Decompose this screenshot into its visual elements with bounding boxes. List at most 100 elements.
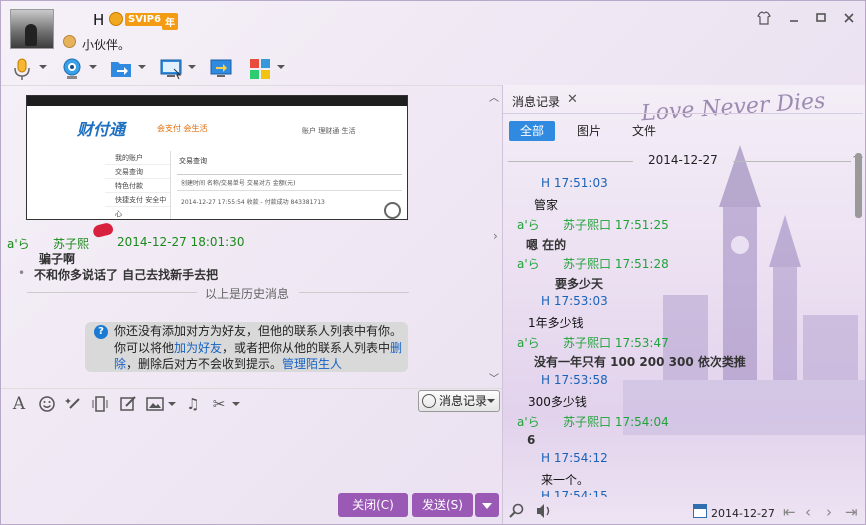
filter-all[interactable]: 全部 [509,121,555,141]
screen-share-icon[interactable] [209,57,233,81]
history-entry-text: 管家 [534,198,559,212]
history-entry-header: H 17:54:12 [541,451,608,465]
history-entry-header: 苏子熙口 17:51:25 [563,218,669,232]
history-entry-text: 没有一年只有 100 200 300 依次类推 [534,355,746,369]
chevron-down-icon[interactable] [89,65,97,69]
message-history-button[interactable]: 消息记录 [418,390,500,412]
screenshot-icon[interactable]: ✂ [210,395,228,413]
history-entry-header: H 17:51:03 [541,176,608,190]
contact-signature: 小伙伴。 [82,38,131,52]
history-entry-sender: a'ら [517,257,540,271]
screenshot-tagline: 会支付 会生活 [157,124,208,133]
clock-icon [422,394,436,408]
send-button[interactable]: 发送(S) [412,493,473,517]
close-icon[interactable]: ✕ [567,92,578,107]
close-window-button[interactable] [842,11,856,25]
history-entry-text: 300多少钱 [528,395,587,409]
message-history-pane: Love Never Dies 消息记录 ✕ 全部 图片 文件 2014-12-… [502,85,865,524]
history-entry-text: 嗯 在的 [526,238,567,252]
date-separator: 2014-12-27 [503,153,853,169]
history-entry-header: H 17:53:03 [541,294,608,308]
history-entry-header: H 17:54:15 [541,489,608,497]
speaker-icon[interactable] [535,503,553,522]
skin-icon[interactable] [757,11,771,25]
zoom-in-icon[interactable] [384,202,401,219]
chevron-down-icon[interactable] [232,402,240,406]
add-friend-link[interactable]: 加为好友 [174,341,222,355]
chevron-down-icon [482,503,492,509]
castle-decoration [623,145,865,435]
divider [299,292,409,293]
history-entry-clip: H 17:54:15 [503,485,853,497]
history-entry-header: H 17:53:58 [541,373,608,387]
image-icon[interactable] [146,395,164,413]
chat-window: H SVIP6 年 小伙伴。 财付通 会支付 会生活 账户 理财通 生活 我的账… [0,0,866,525]
last-page-icon[interactable]: ⇥ [845,503,858,521]
apps-icon[interactable] [248,57,272,81]
decor-love-text: Love Never Dies [640,88,827,127]
screenshot-title: 交易查询 [179,157,207,165]
chevron-down-icon[interactable]: ﹀ [489,370,499,385]
remote-desktop-icon[interactable] [159,57,183,81]
vibrate-icon[interactable] [91,395,109,413]
filter-files[interactable]: 文件 [624,121,664,141]
magic-icon[interactable] [65,395,83,413]
history-entry-text: 要多少天 [555,277,604,291]
file-transfer-icon[interactable] [109,57,133,81]
history-entry-text: 1年多少钱 [528,316,584,330]
mood-icon [63,35,76,48]
tab-message-history[interactable]: 消息记录 [512,93,560,110]
next-page-icon[interactable]: › [826,503,832,521]
screenshot-logo: 财付通 [77,120,126,139]
qq-penguin-icon [109,12,123,26]
history-entry-header: 苏子熙口 17:53:47 [563,336,669,350]
screenshot-sidebar: 我的账户 交易查询 特色付款 快捷支付 安全中心 [105,151,171,219]
minimize-button[interactable] [787,11,801,25]
chevron-down-icon[interactable] [138,65,146,69]
music-icon[interactable]: ♫ [184,395,202,413]
chat-toolbar [1,53,301,83]
stranger-notice: ? 你还没有添加对方为好友，但他的联系人列表中有你。你可以将他加为好友，或者把你… [85,322,408,372]
history-entry-header: 苏子熙口 17:54:04 [563,415,669,429]
history-footer-date[interactable]: 2014-12-27 [711,507,775,520]
send-options-button[interactable] [475,493,499,517]
manage-strangers-link[interactable]: 管理陌生人 [282,357,342,371]
chevron-right-icon[interactable]: › [493,229,498,243]
microphone-icon[interactable] [10,57,34,81]
shared-screenshot-image[interactable]: 财付通 会支付 会生活 账户 理财通 生活 我的账户 交易查询 特色付款 快捷支… [26,95,408,220]
chevron-down-icon[interactable] [168,402,176,406]
contact-nickname[interactable]: H [93,11,104,29]
avatar[interactable] [10,9,54,49]
previous-page-icon[interactable]: ‹ [805,503,811,521]
history-entry-sender: a'ら [517,415,540,429]
filter-images[interactable]: 图片 [569,121,609,141]
calendar-icon[interactable] [693,504,707,518]
year-badge[interactable]: 年 [162,13,178,30]
history-entry-header: 苏子熙口 17:51:28 [563,257,669,271]
history-scrollbar[interactable] [855,153,862,218]
font-icon[interactable]: A [10,395,28,413]
message-input[interactable] [1,417,502,492]
chat-history-area[interactable]: 财付通 会支付 会生活 账户 理财通 生活 我的账户 交易查询 特色付款 快捷支… [1,85,502,385]
video-icon[interactable] [60,57,84,81]
history-footer: 2014-12-27 ⇤ ‹ › ⇥ [503,499,865,524]
bullet-icon: • [18,266,26,280]
chevron-down-icon[interactable] [188,65,196,69]
doodle-icon[interactable] [119,395,137,413]
chevron-down-icon[interactable] [277,65,285,69]
search-icon[interactable] [509,503,525,522]
divider [503,113,863,114]
sender-tag: a'ら [7,237,30,251]
message-line: 不和你多说话了 自己去找新手去把 [34,268,219,282]
chevron-up-icon[interactable]: ︿ [489,89,499,104]
svip-badge[interactable]: SVIP6 [125,13,164,26]
maximize-button[interactable] [814,11,828,25]
message-time: 2014-12-27 18:01:30 [117,235,245,249]
chevron-down-icon[interactable] [487,399,495,403]
first-page-icon[interactable]: ⇤ [783,503,796,521]
close-button[interactable]: 关闭(C) [338,493,408,517]
chevron-down-icon[interactable] [39,65,47,69]
help-icon: ? [94,325,108,339]
screenshot-nav: 账户 理财通 生活 [302,127,356,135]
emoji-icon[interactable] [38,395,56,413]
